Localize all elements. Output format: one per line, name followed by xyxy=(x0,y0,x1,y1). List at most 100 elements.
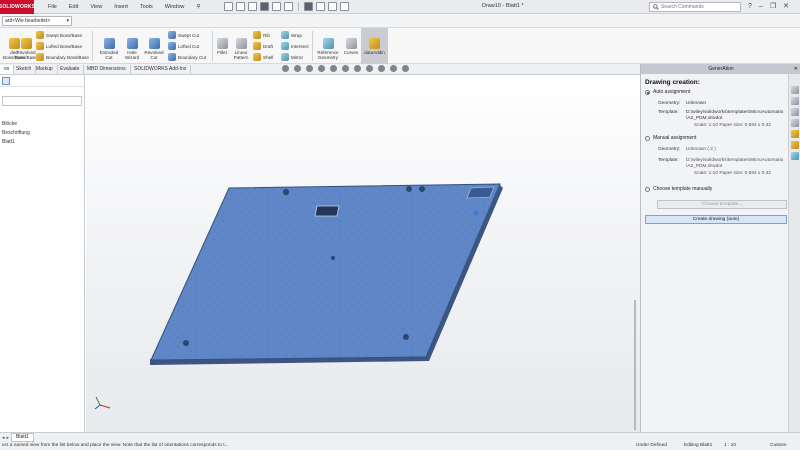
file-properties-icon[interactable] xyxy=(328,2,338,11)
hide-show-icon[interactable] xyxy=(354,65,361,72)
pin-icon[interactable]: ⚲ xyxy=(190,4,206,10)
options-icon[interactable] xyxy=(340,2,350,11)
tree-item-annotations[interactable]: Beschriftung xyxy=(2,130,30,136)
addin-button[interactable]: dataAddin xyxy=(361,38,388,55)
plate-hole xyxy=(419,186,425,192)
auto-assignment-radio[interactable]: Auto assignment xyxy=(645,89,690,95)
tab-solidworks-addins[interactable]: SOLIDWORKS Add-Ins xyxy=(130,65,192,74)
appearance-icon[interactable] xyxy=(366,65,373,72)
lofted-boss-button[interactable]: Lofted Boss/Base xyxy=(36,42,82,50)
menu-file[interactable]: File xyxy=(42,4,63,10)
title-bar: SOLIDWORKS File Edit View Insert Tools W… xyxy=(0,0,800,14)
restore-button[interactable]: ❐ xyxy=(770,2,776,10)
menu-insert[interactable]: Insert xyxy=(108,4,134,10)
ribbon-label: Draft xyxy=(263,43,273,49)
ribbon-label: Hole Wizard xyxy=(124,50,140,60)
ribbon-label: Rib xyxy=(263,32,270,38)
menu-view[interactable]: View xyxy=(84,4,108,10)
menu-edit[interactable]: Edit xyxy=(63,4,84,10)
scale-paper-size: Scale: 1:10 Paper size: 0.594 x 0.42 xyxy=(694,123,772,128)
rebuild-icon[interactable] xyxy=(316,2,326,11)
configuration-select[interactable]: ard<Wie bearbeitet> ▾ xyxy=(2,16,72,26)
close-window-button[interactable]: ✕ xyxy=(783,2,789,10)
rib-button[interactable]: Rib xyxy=(253,31,270,39)
sheet-tab[interactable]: Blatt1 xyxy=(11,433,34,442)
units-selector[interactable]: Custom xyxy=(770,443,787,448)
menu-tools[interactable]: Tools xyxy=(134,4,159,10)
choose-template-button[interactable]: Choose template... xyxy=(657,200,787,209)
choose-template-radio[interactable]: Choose template manually xyxy=(645,186,712,192)
file-explorer-icon[interactable] xyxy=(791,108,799,116)
manual-assignment-radio[interactable]: Manual assignment xyxy=(645,135,696,141)
solidworks-logo[interactable]: SOLIDWORKS xyxy=(0,0,35,14)
search-input[interactable] xyxy=(660,4,740,10)
ribbon-label: Swept Cut xyxy=(178,32,200,38)
lofted-cut-button[interactable]: Lofted Cut xyxy=(168,42,199,50)
minimize-button[interactable]: – xyxy=(759,3,763,10)
mirror-button[interactable]: Mirror xyxy=(281,53,303,61)
boundary-cut-button[interactable]: Boundary Cut xyxy=(168,53,206,61)
last-sheet-icon[interactable]: ▸ xyxy=(7,435,10,441)
view-orientation-icon[interactable] xyxy=(330,65,337,72)
task-pane-title: GenerAtion xyxy=(708,66,734,72)
graphics-viewport[interactable] xyxy=(86,75,640,432)
lofted-boss-icon xyxy=(36,42,44,50)
tab-markup[interactable]: Markup xyxy=(32,65,58,74)
revolved-cut-button[interactable]: Revolved Cut xyxy=(141,38,167,60)
new-icon[interactable] xyxy=(236,2,246,11)
custom-properties-icon[interactable] xyxy=(791,141,799,149)
swept-boss-button[interactable]: Swept Boss/Base xyxy=(36,31,82,39)
tree-item-blocks[interactable]: Blöcke xyxy=(2,121,17,127)
feature-tree-filter[interactable] xyxy=(2,96,82,106)
display-style-icon[interactable] xyxy=(342,65,349,72)
boundary-boss-button[interactable]: Boundary Boss/Base xyxy=(36,53,89,61)
reference-geometry-button[interactable]: Reference Geometry xyxy=(314,38,342,60)
appearances-icon[interactable] xyxy=(791,130,799,138)
template-label: Template: xyxy=(658,158,679,163)
intersect-button[interactable]: Intersect xyxy=(281,42,309,50)
design-library-icon[interactable] xyxy=(791,97,799,105)
linear-pattern-button[interactable]: Linear Pattern xyxy=(229,38,253,60)
tab-evaluate[interactable]: Evaluate xyxy=(56,65,85,74)
zoom-to-fit-icon[interactable] xyxy=(282,65,289,72)
resources-icon[interactable] xyxy=(791,152,799,160)
monitor-icon[interactable] xyxy=(402,65,409,72)
scrollbar-thumb[interactable] xyxy=(634,300,636,430)
search-commands[interactable] xyxy=(649,2,741,12)
first-sheet-icon[interactable]: ◂ xyxy=(2,435,5,441)
open-icon[interactable] xyxy=(248,2,258,11)
draft-button[interactable]: Draft xyxy=(253,42,273,50)
undo-icon[interactable] xyxy=(284,2,294,11)
zoom-to-area-icon[interactable] xyxy=(294,65,301,72)
menu-window[interactable]: Window xyxy=(159,4,191,10)
plate-model[interactable] xyxy=(86,75,640,432)
save-icon[interactable] xyxy=(260,2,270,11)
view-settings-icon[interactable] xyxy=(390,65,397,72)
draft-icon xyxy=(253,42,261,50)
curves-button[interactable]: Curves xyxy=(340,38,362,55)
template-path: D:\wiley\solidworks\templates\MicroAutom… xyxy=(686,110,784,115)
previous-view-icon[interactable] xyxy=(306,65,313,72)
home-icon[interactable] xyxy=(791,86,799,94)
view-palette-icon[interactable] xyxy=(791,119,799,127)
help-button[interactable]: ? xyxy=(748,3,752,10)
home-icon[interactable] xyxy=(224,2,234,11)
tree-item-sheet[interactable]: Blatt1 xyxy=(2,139,15,145)
feature-tree-icon[interactable] xyxy=(2,76,10,85)
select-icon[interactable] xyxy=(304,2,314,11)
reference-triad-icon xyxy=(94,396,111,410)
scene-icon[interactable] xyxy=(378,65,385,72)
print-icon[interactable] xyxy=(272,2,282,11)
tab-mbd-dimensions[interactable]: MBD Dimensions xyxy=(83,65,131,74)
close-icon[interactable]: ✕ xyxy=(794,64,798,74)
template-file: \A2_PDM.drwdot xyxy=(686,116,723,121)
create-drawing-button[interactable]: Create drawing (auto) xyxy=(645,215,787,224)
radio-selected-icon xyxy=(645,89,650,95)
wrap-button[interactable]: Wrap xyxy=(281,31,302,39)
swept-cut-button[interactable]: Swept Cut xyxy=(168,31,199,39)
ribbon-separator xyxy=(312,31,313,61)
radio-unselected-icon xyxy=(645,186,650,192)
shell-button[interactable]: Shell xyxy=(253,53,273,61)
viewport-scrollbar[interactable] xyxy=(632,95,638,430)
section-view-icon[interactable] xyxy=(318,65,325,72)
